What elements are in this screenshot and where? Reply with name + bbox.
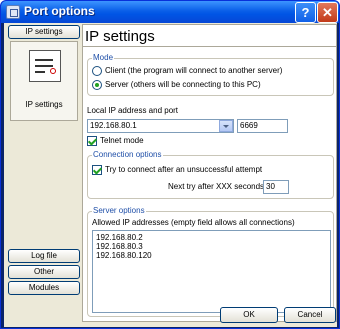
client-area: IP settings IP settings Log file Other M… (4, 23, 337, 327)
client-radio-label[interactable]: Client (the program will connect to anot… (105, 66, 282, 75)
settings-document-icon (29, 50, 61, 82)
ok-button[interactable]: OK (220, 307, 278, 323)
next-try-label: Next try after XXX seconds (168, 182, 265, 191)
cancel-button[interactable]: Cancel (284, 307, 336, 323)
next-try-seconds-input[interactable]: 30 (263, 180, 289, 194)
sidebar-item-log-file[interactable]: Log file (8, 249, 80, 263)
port-options-window: Port options ? ✕ IP settings IP settings… (0, 0, 340, 329)
list-item[interactable]: 192.168.80.120 (96, 251, 152, 260)
server-options-label: Server options (92, 206, 146, 215)
port-input[interactable]: 6669 (237, 119, 288, 133)
question-icon: ? (301, 5, 310, 20)
allowed-ip-list[interactable]: 192.168.80.2 192.168.80.3 192.168.80.120 (92, 230, 331, 313)
sidebar-item-modules[interactable]: Modules (8, 281, 80, 295)
telnet-checkbox[interactable] (87, 136, 97, 146)
allowed-ip-label: Allowed IP addresses (empty field allows… (92, 218, 295, 227)
app-icon (6, 5, 20, 19)
sidebar-item-other[interactable]: Other (8, 265, 80, 279)
mode-group-label: Mode (92, 53, 115, 62)
divider (83, 46, 336, 47)
close-button[interactable]: ✕ (317, 2, 338, 23)
local-ip-select[interactable]: 192.168.80.1 (87, 119, 234, 133)
window-title: Port options (24, 4, 95, 18)
page-title: IP settings (85, 28, 155, 45)
connection-options-label: Connection options (92, 150, 163, 159)
sidebar-item-label: IP settings (25, 100, 63, 109)
sidebar-item-ip-settings-tab[interactable]: IP settings (8, 25, 80, 39)
connection-options-group: Connection options Try to connect after … (87, 150, 334, 199)
server-radio[interactable] (92, 80, 102, 90)
sidebar: IP settings IP settings Log file Other M… (6, 24, 82, 322)
retry-checkbox[interactable] (92, 165, 102, 175)
retry-label[interactable]: Try to connect after an unsuccessful att… (105, 165, 262, 174)
close-icon: ✕ (322, 5, 333, 20)
server-radio-label[interactable]: Server (others will be connecting to thi… (105, 80, 261, 89)
local-ip-label: Local IP address and port (87, 106, 179, 115)
client-radio[interactable] (92, 66, 102, 76)
chevron-down-icon[interactable] (219, 120, 233, 132)
list-item[interactable]: 192.168.80.3 (96, 242, 143, 251)
settings-panel: IP settings Mode Client (the program wil… (82, 24, 337, 322)
mode-group: Mode Client (the program will connect to… (87, 53, 334, 96)
server-options-group: Server options Allowed IP addresses (emp… (87, 206, 334, 317)
help-button[interactable]: ? (295, 2, 316, 23)
sidebar-item-ip-settings[interactable]: IP settings (10, 41, 78, 121)
title-bar[interactable]: Port options ? ✕ (1, 1, 339, 23)
telnet-label[interactable]: Telnet mode (100, 136, 144, 145)
list-item[interactable]: 192.168.80.2 (96, 233, 143, 242)
